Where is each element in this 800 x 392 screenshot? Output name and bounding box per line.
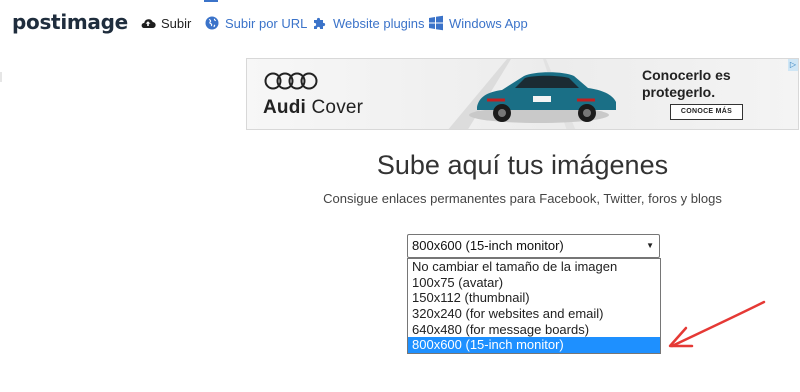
nav-subir-label: Subir xyxy=(161,15,192,31)
resize-select-value: 800x600 (15-inch monitor) xyxy=(412,238,564,253)
left-edge-marker xyxy=(0,72,2,82)
resize-option[interactable]: 150x112 (thumbnail) xyxy=(408,290,660,306)
resize-option[interactable]: No cambiar el tamaño de la imagen xyxy=(408,259,660,275)
red-arrow-annotation xyxy=(668,300,766,348)
resize-option[interactable]: 320x240 (for websites and email) xyxy=(408,306,660,322)
nav-windows-app-label: Windows App xyxy=(449,15,528,31)
ad-headline: Conocerlo es protegerlo. xyxy=(642,67,731,100)
resize-option-selected[interactable]: 800x600 (15-inch monitor) xyxy=(408,337,660,354)
nav-windows-app[interactable]: Windows App xyxy=(428,14,528,32)
resize-select[interactable]: 800x600 (15-inch monitor) ▼ xyxy=(407,234,660,258)
resize-dropdown-list: No cambiar el tamaño de la imagen 100x75… xyxy=(407,258,661,354)
nav-subir-por-url[interactable]: Subir por URL xyxy=(204,14,307,32)
ad-car-image xyxy=(448,59,616,129)
puzzle-icon xyxy=(314,17,326,29)
nav-website-plugins-label: Website plugins xyxy=(333,15,425,31)
page-title: Sube aquí tus imágenes xyxy=(376,150,669,180)
chevron-down-icon: ▼ xyxy=(646,241,654,250)
nav-subir[interactable]: Subir xyxy=(140,14,191,32)
audi-ad-banner[interactable]: Audi Cover Conocerlo es protegerlo. CONO… xyxy=(246,58,799,130)
ad-brand-prefix: Audi xyxy=(263,97,307,118)
nav-website-plugins[interactable]: Website plugins xyxy=(312,14,425,32)
ad-brand-suffix: Cover xyxy=(311,97,364,118)
globe-icon xyxy=(205,16,219,30)
resize-option[interactable]: 100x75 (avatar) xyxy=(408,275,660,291)
windows-icon xyxy=(429,15,443,31)
top-nav: postimage Subir Subir por URL Website pl… xyxy=(0,0,800,46)
nav-subir-por-url-label: Subir por URL xyxy=(225,15,308,31)
postimage-logo[interactable]: postimage xyxy=(12,10,128,34)
audi-rings-logo xyxy=(264,72,318,90)
adchoices-icon[interactable]: ▷ xyxy=(788,59,798,71)
active-tab-indicator xyxy=(204,0,218,2)
ad-brand: Audi Cover xyxy=(263,97,363,119)
resize-option[interactable]: 640x480 (for message boards) xyxy=(408,322,660,338)
ad-cta-button[interactable]: CONOCE MÁS xyxy=(670,104,743,120)
cloud-upload-icon xyxy=(141,19,156,29)
page-subtitle: Consigue enlaces permanentes para Facebo… xyxy=(323,191,722,206)
